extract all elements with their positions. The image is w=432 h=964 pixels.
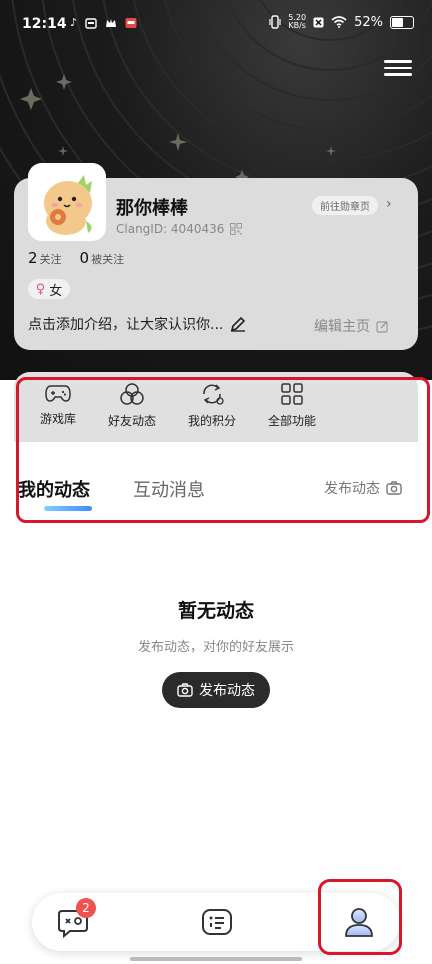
dinosaur-avatar-icon (28, 163, 106, 241)
highlight-box-profile-nav (318, 879, 402, 955)
gender-label: 女 (49, 283, 63, 299)
badge-page-button[interactable]: 前往勋章页 (312, 196, 378, 215)
avatar[interactable] (28, 163, 106, 241)
calendar-icon (85, 17, 97, 29)
intro-prompt[interactable]: 点击添加介绍，让大家认识你... (28, 314, 247, 334)
following-stat[interactable]: 2 关注 (28, 248, 62, 267)
battery-percent: 52% (354, 14, 383, 30)
menu-icon[interactable] (384, 56, 412, 84)
following-count: 2 (28, 249, 38, 267)
qr-code-icon[interactable] (230, 223, 243, 235)
following-label: 关注 (39, 253, 62, 266)
intro-text: 点击添加介绍，让大家认识你... (28, 317, 224, 333)
no-sim-icon (313, 17, 324, 27)
publish-post-button[interactable]: 发布动态 (162, 672, 270, 708)
edit-icon (376, 320, 388, 333)
wifi-icon (331, 16, 347, 28)
app-icon (125, 17, 137, 28)
username: 那你棒棒 (116, 198, 188, 219)
clock: 12:14 (22, 16, 67, 32)
tiktok-icon: ♪ (70, 16, 78, 29)
network-speed-unit: KB/s (288, 21, 306, 30)
follow-stats: 2 关注 0 被关注 (28, 248, 124, 267)
status-bar: 12:14 ♪ 5.20 KB/s 52% (0, 0, 432, 50)
battery-icon (390, 15, 414, 29)
notification-icons: ♪ (70, 16, 137, 29)
female-icon: ♀ (35, 281, 46, 297)
system-icons: 5.20 KB/s 52% (269, 14, 414, 30)
network-speed: 5.20 KB/s (288, 14, 306, 30)
gender-tag: ♀ 女 (28, 279, 70, 299)
empty-state-title: 暂无动态 (177, 600, 254, 622)
empty-state-subtitle: 发布动态，对你的好友展示 (137, 640, 294, 655)
followers-stat[interactable]: 0 被关注 (80, 248, 125, 267)
clang-id: ClangID: 4040436 (116, 222, 243, 236)
list-icon (202, 909, 232, 935)
chevron-right-icon[interactable]: › (386, 196, 392, 212)
camera-icon (177, 683, 193, 697)
messages-badge: 2 (76, 898, 96, 918)
home-indicator[interactable] (130, 957, 302, 961)
edit-home-button[interactable]: 编辑主页 (314, 316, 389, 336)
highlight-box-functions (16, 377, 430, 523)
pencil-icon (231, 316, 246, 332)
edit-home-label: 编辑主页 (314, 319, 370, 335)
crown-icon (106, 18, 117, 27)
followers-count: 0 (79, 249, 90, 267)
nav-feed[interactable] (200, 905, 234, 939)
publish-post-button-label: 发布动态 (199, 683, 255, 699)
clang-id-text: ClangID: 4040436 (116, 222, 225, 236)
followers-label: 被关注 (91, 253, 125, 266)
vibrate-icon (269, 15, 281, 29)
profile-card: 那你棒棒 ClangID: 4040436 前往勋章页 › 2 关注 0 被关注 ♀… (14, 163, 418, 350)
